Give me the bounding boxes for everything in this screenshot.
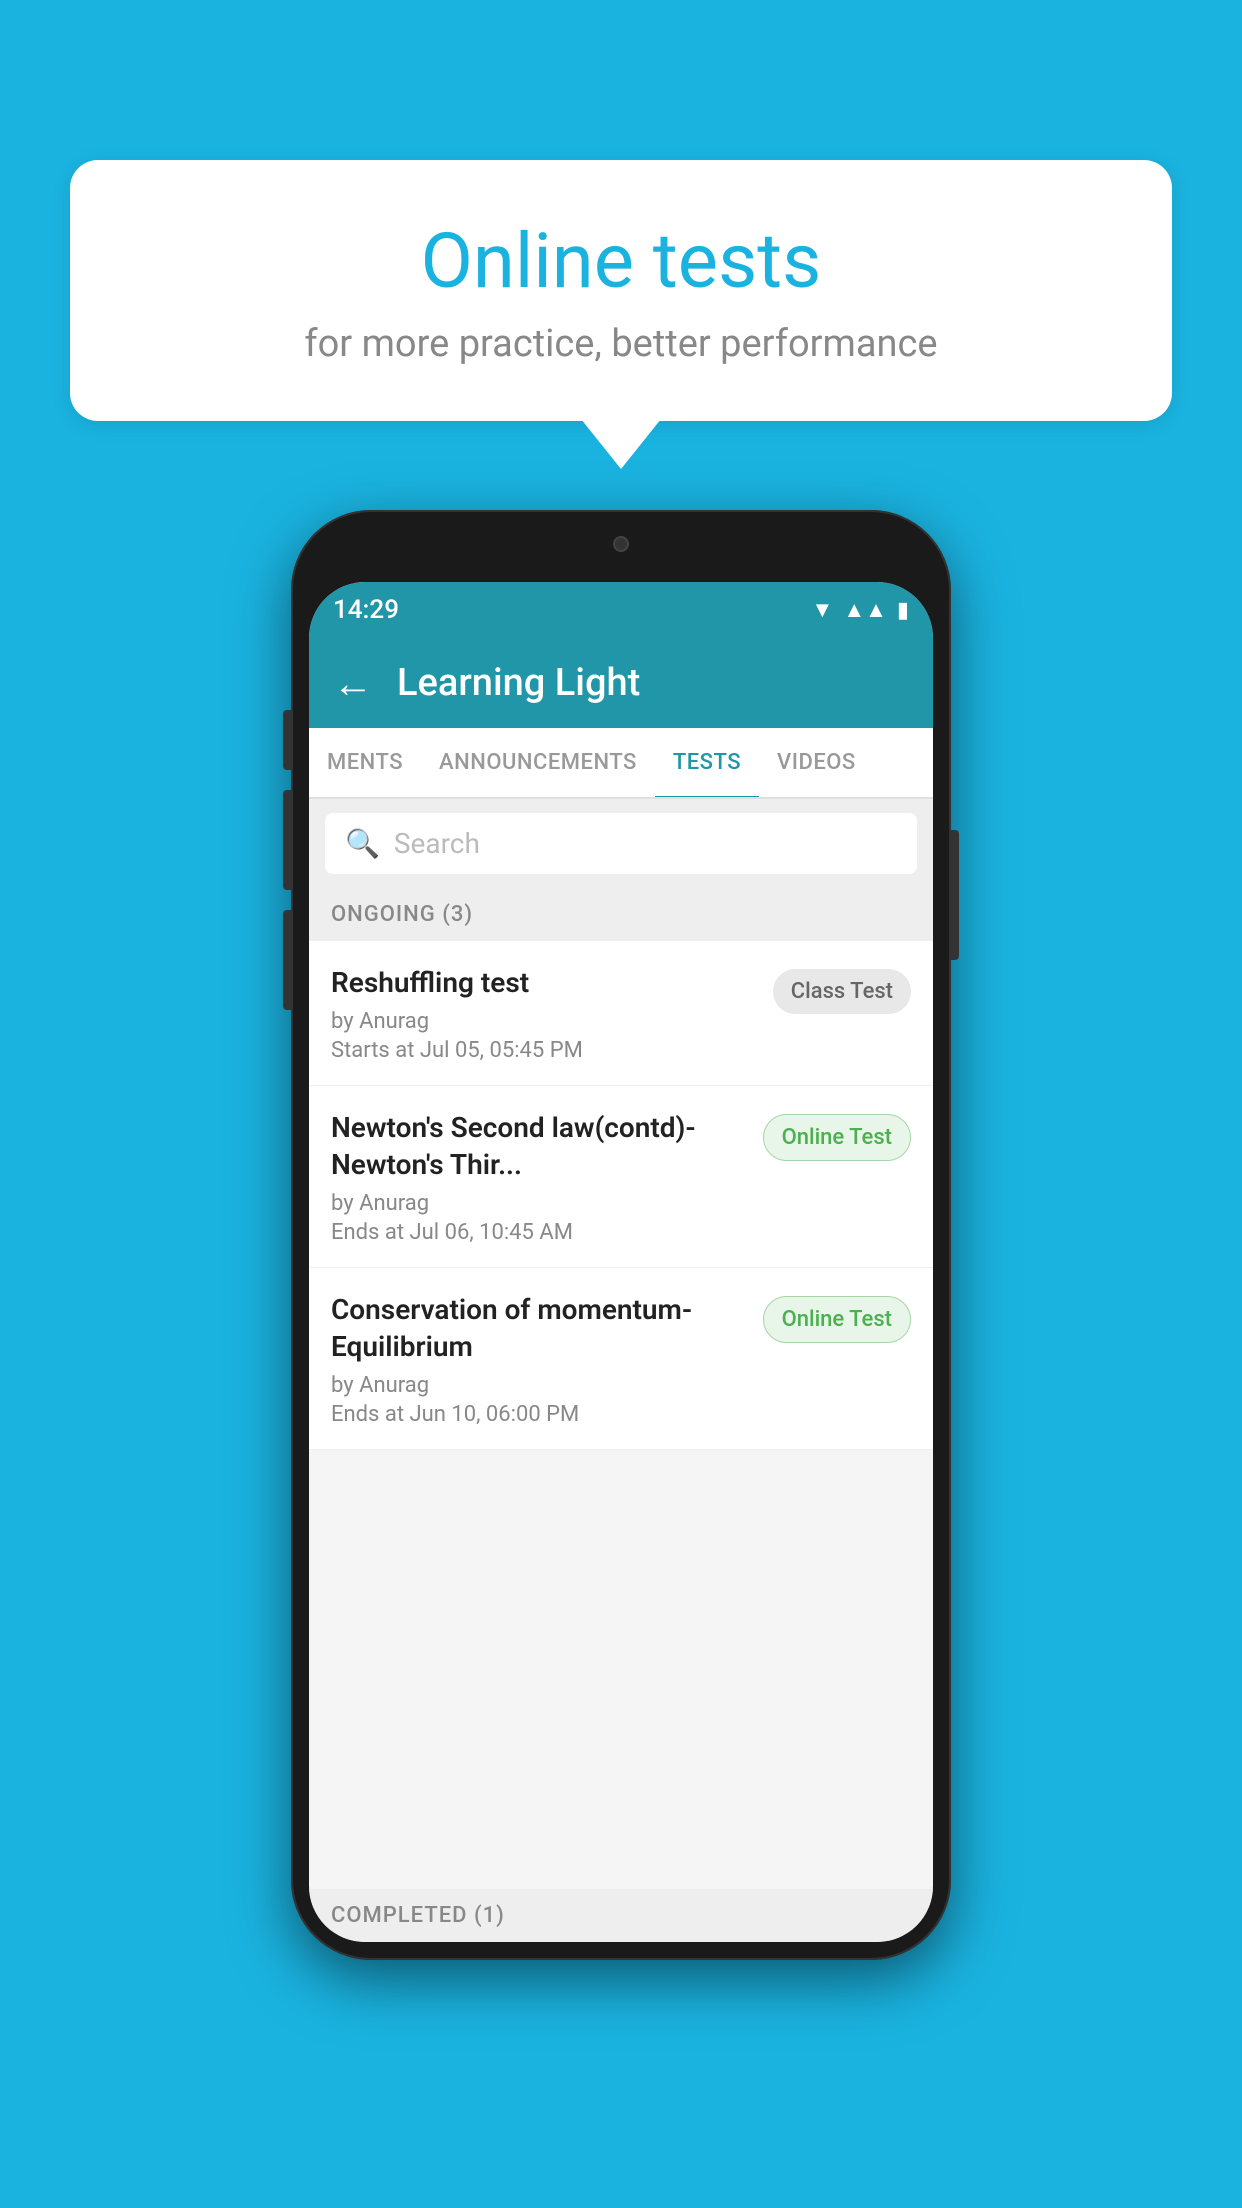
tabs-bar: MENTS ANNOUNCEMENTS TESTS VIDEOS (309, 728, 933, 799)
search-box[interactable]: 🔍 Search (325, 813, 917, 874)
test-badge-1: Class Test (773, 969, 911, 1014)
tests-list: Reshuffling test by Anurag Starts at Jul… (309, 941, 933, 1450)
search-container: 🔍 Search (309, 799, 933, 888)
test-name-2: Newton's Second law(contd)-Newton's Thir… (331, 1110, 747, 1183)
status-bar: 14:29 ▼ ▲▲ ▮ (309, 582, 933, 638)
test-item-2[interactable]: Newton's Second law(contd)-Newton's Thir… (309, 1086, 933, 1268)
ongoing-label: ONGOING (3) (331, 902, 473, 927)
back-button[interactable]: ← (333, 660, 373, 707)
tab-videos[interactable]: VIDEOS (759, 728, 874, 797)
speech-bubble: Online tests for more practice, better p… (70, 160, 1172, 421)
test-name-3: Conservation of momentum-Equilibrium (331, 1292, 747, 1365)
test-author-1: by Anurag (331, 1009, 757, 1034)
bubble-subtitle: for more practice, better performance (120, 322, 1122, 366)
phone-notch (561, 528, 681, 560)
test-item-3[interactable]: Conservation of momentum-Equilibrium by … (309, 1268, 933, 1450)
tab-tests[interactable]: TESTS (655, 728, 759, 797)
tab-ments[interactable]: MENTS (309, 728, 421, 797)
test-time-2: Ends at Jul 06, 10:45 AM (331, 1220, 747, 1245)
test-item-1[interactable]: Reshuffling test by Anurag Starts at Jul… (309, 941, 933, 1086)
bubble-title: Online tests (120, 220, 1122, 304)
battery-icon: ▮ (897, 598, 909, 623)
status-icons: ▼ ▲▲ ▮ (812, 597, 909, 623)
phone-screen: 14:29 ▼ ▲▲ ▮ ← Learning Light MENTS ANNO… (309, 582, 933, 1942)
ongoing-section-header: ONGOING (3) (309, 888, 933, 941)
test-time-1: Starts at Jul 05, 05:45 PM (331, 1038, 757, 1063)
test-info-1: Reshuffling test by Anurag Starts at Jul… (331, 965, 757, 1063)
test-badge-2: Online Test (763, 1114, 911, 1161)
phone-top-bar (309, 528, 933, 582)
app-header: ← Learning Light (309, 638, 933, 728)
screen-inner: 14:29 ▼ ▲▲ ▮ ← Learning Light MENTS ANNO… (309, 582, 933, 1942)
test-author-3: by Anurag (331, 1373, 747, 1398)
completed-label: COMPLETED (1) (331, 1903, 505, 1928)
app-title: Learning Light (397, 661, 640, 705)
camera-dot (613, 536, 629, 552)
phone-wrapper: 14:29 ▼ ▲▲ ▮ ← Learning Light MENTS ANNO… (291, 510, 951, 1960)
wifi-icon: ▼ (812, 597, 834, 623)
phone-button-volume-up (283, 710, 291, 770)
tab-announcements[interactable]: ANNOUNCEMENTS (421, 728, 655, 797)
phone-outer: 14:29 ▼ ▲▲ ▮ ← Learning Light MENTS ANNO… (291, 510, 951, 1960)
signal-icon: ▲▲ (843, 597, 887, 623)
completed-section: COMPLETED (1) (309, 1889, 933, 1942)
test-info-2: Newton's Second law(contd)-Newton's Thir… (331, 1110, 747, 1245)
search-icon: 🔍 (345, 827, 380, 860)
test-time-3: Ends at Jun 10, 06:00 PM (331, 1402, 747, 1427)
test-badge-3: Online Test (763, 1296, 911, 1343)
test-name-1: Reshuffling test (331, 965, 757, 1001)
test-author-2: by Anurag (331, 1191, 747, 1216)
test-info-3: Conservation of momentum-Equilibrium by … (331, 1292, 747, 1427)
search-input[interactable]: Search (394, 827, 480, 860)
phone-button-power (951, 830, 959, 960)
phone-button-volume-down (283, 790, 291, 890)
speech-bubble-container: Online tests for more practice, better p… (70, 160, 1172, 421)
status-time: 14:29 (333, 595, 399, 625)
phone-button-volume-down2 (283, 910, 291, 1010)
